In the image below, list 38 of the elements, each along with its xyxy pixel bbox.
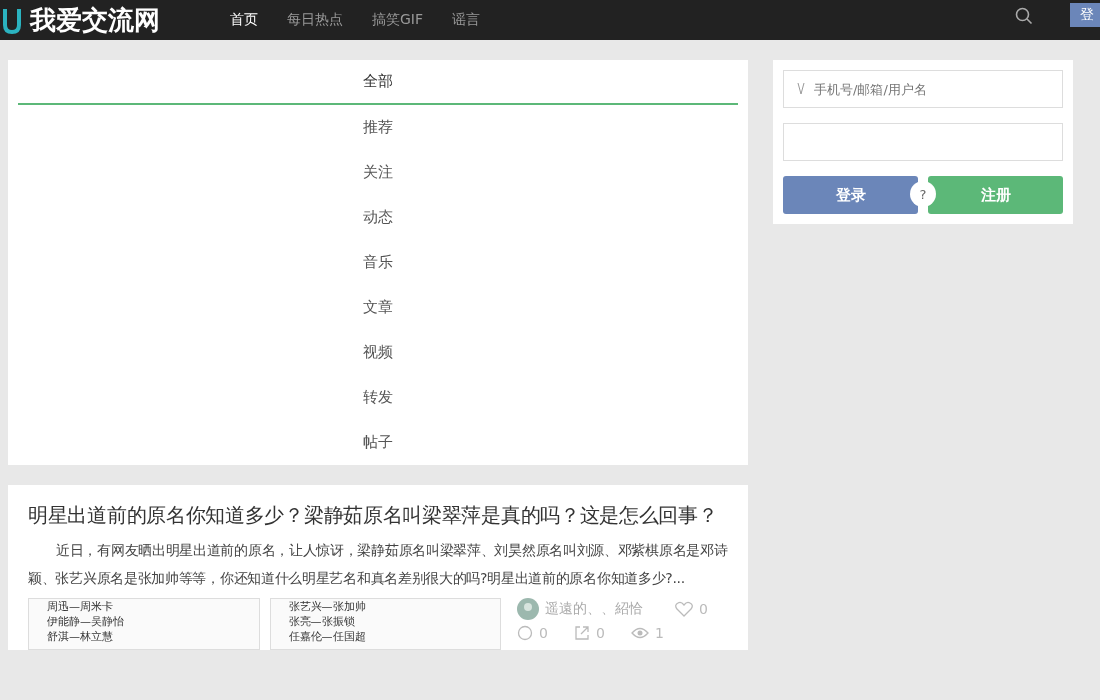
login-button[interactable]: 登 bbox=[1070, 3, 1100, 27]
site-name: 我爱交流网 bbox=[30, 3, 160, 37]
category-tab[interactable]: 全部 bbox=[18, 60, 738, 105]
login-button[interactable]: 登录 bbox=[783, 176, 918, 214]
image-text: 舒淇—林立慧 bbox=[47, 629, 114, 644]
image-text: 任嘉伦—任国超 bbox=[288, 629, 367, 644]
share-icon[interactable] bbox=[574, 625, 590, 641]
heart-icon[interactable] bbox=[675, 601, 694, 617]
like-count: 0 bbox=[699, 601, 708, 617]
image-text: 张艺兴—张加帅 bbox=[288, 599, 367, 614]
image-text: 张亮—张振锁 bbox=[288, 614, 356, 629]
nav-link[interactable]: 每日热点 bbox=[287, 11, 343, 29]
image-text: 周迅—周米卡 bbox=[47, 599, 114, 614]
search-icon[interactable] bbox=[1015, 7, 1033, 25]
article-summary: 近日，有网友晒出明星出道前的原名，让人惊讶，梁静茹原名叫梁翠萍、刘昊然原名叫刘源、邓紫棋原名是邓诗颖、张艺兴原名是张加帅等等，你还知道什么明星艺名和真名差别很大的吗?明星出道前的原名你知道多少?... bbox=[28, 541, 728, 588]
image-text: 伊能静—吴静怡 bbox=[47, 614, 125, 629]
category-tab[interactable]: 推荐 bbox=[18, 105, 738, 150]
comment-icon[interactable] bbox=[517, 625, 534, 641]
category-tab[interactable]: 文章 bbox=[18, 285, 738, 330]
category-tab[interactable]: 音乐 bbox=[18, 240, 738, 285]
category-tab[interactable]: 关注 bbox=[18, 150, 738, 195]
article-title[interactable]: 明星出道前的原名你知道多少？梁静茹原名叫梁翠萍是真的吗？这是怎么回事？ bbox=[28, 501, 728, 530]
category-tab[interactable]: 动态 bbox=[18, 195, 738, 240]
eye-icon bbox=[630, 626, 649, 640]
share-count: 0 bbox=[596, 625, 605, 641]
view-count: 1 bbox=[654, 625, 664, 641]
password-field[interactable] bbox=[783, 123, 1063, 161]
category-tab[interactable]: 帖子 bbox=[18, 420, 738, 465]
nav-link[interactable]: 首页 bbox=[230, 11, 258, 29]
category-tab[interactable]: 转发 bbox=[18, 375, 738, 420]
nav-link[interactable]: 搞笑GIF bbox=[372, 11, 424, 29]
comment-count: 0 bbox=[539, 625, 548, 641]
article-image[interactable]: 周迅—周米卡 伊能静—吴静怡 舒淇—林立慧 bbox=[28, 598, 260, 650]
username-field[interactable]: 手机号/邮箱/用户名 bbox=[783, 70, 1063, 108]
category-tab[interactable]: 视频 bbox=[18, 330, 738, 375]
avatar-icon bbox=[517, 598, 540, 620]
article-image[interactable]: 张艺兴—张加帅 张亮—张振锁 任嘉伦—任国超 bbox=[269, 598, 502, 650]
nav-link[interactable]: 谣言 bbox=[452, 11, 481, 29]
